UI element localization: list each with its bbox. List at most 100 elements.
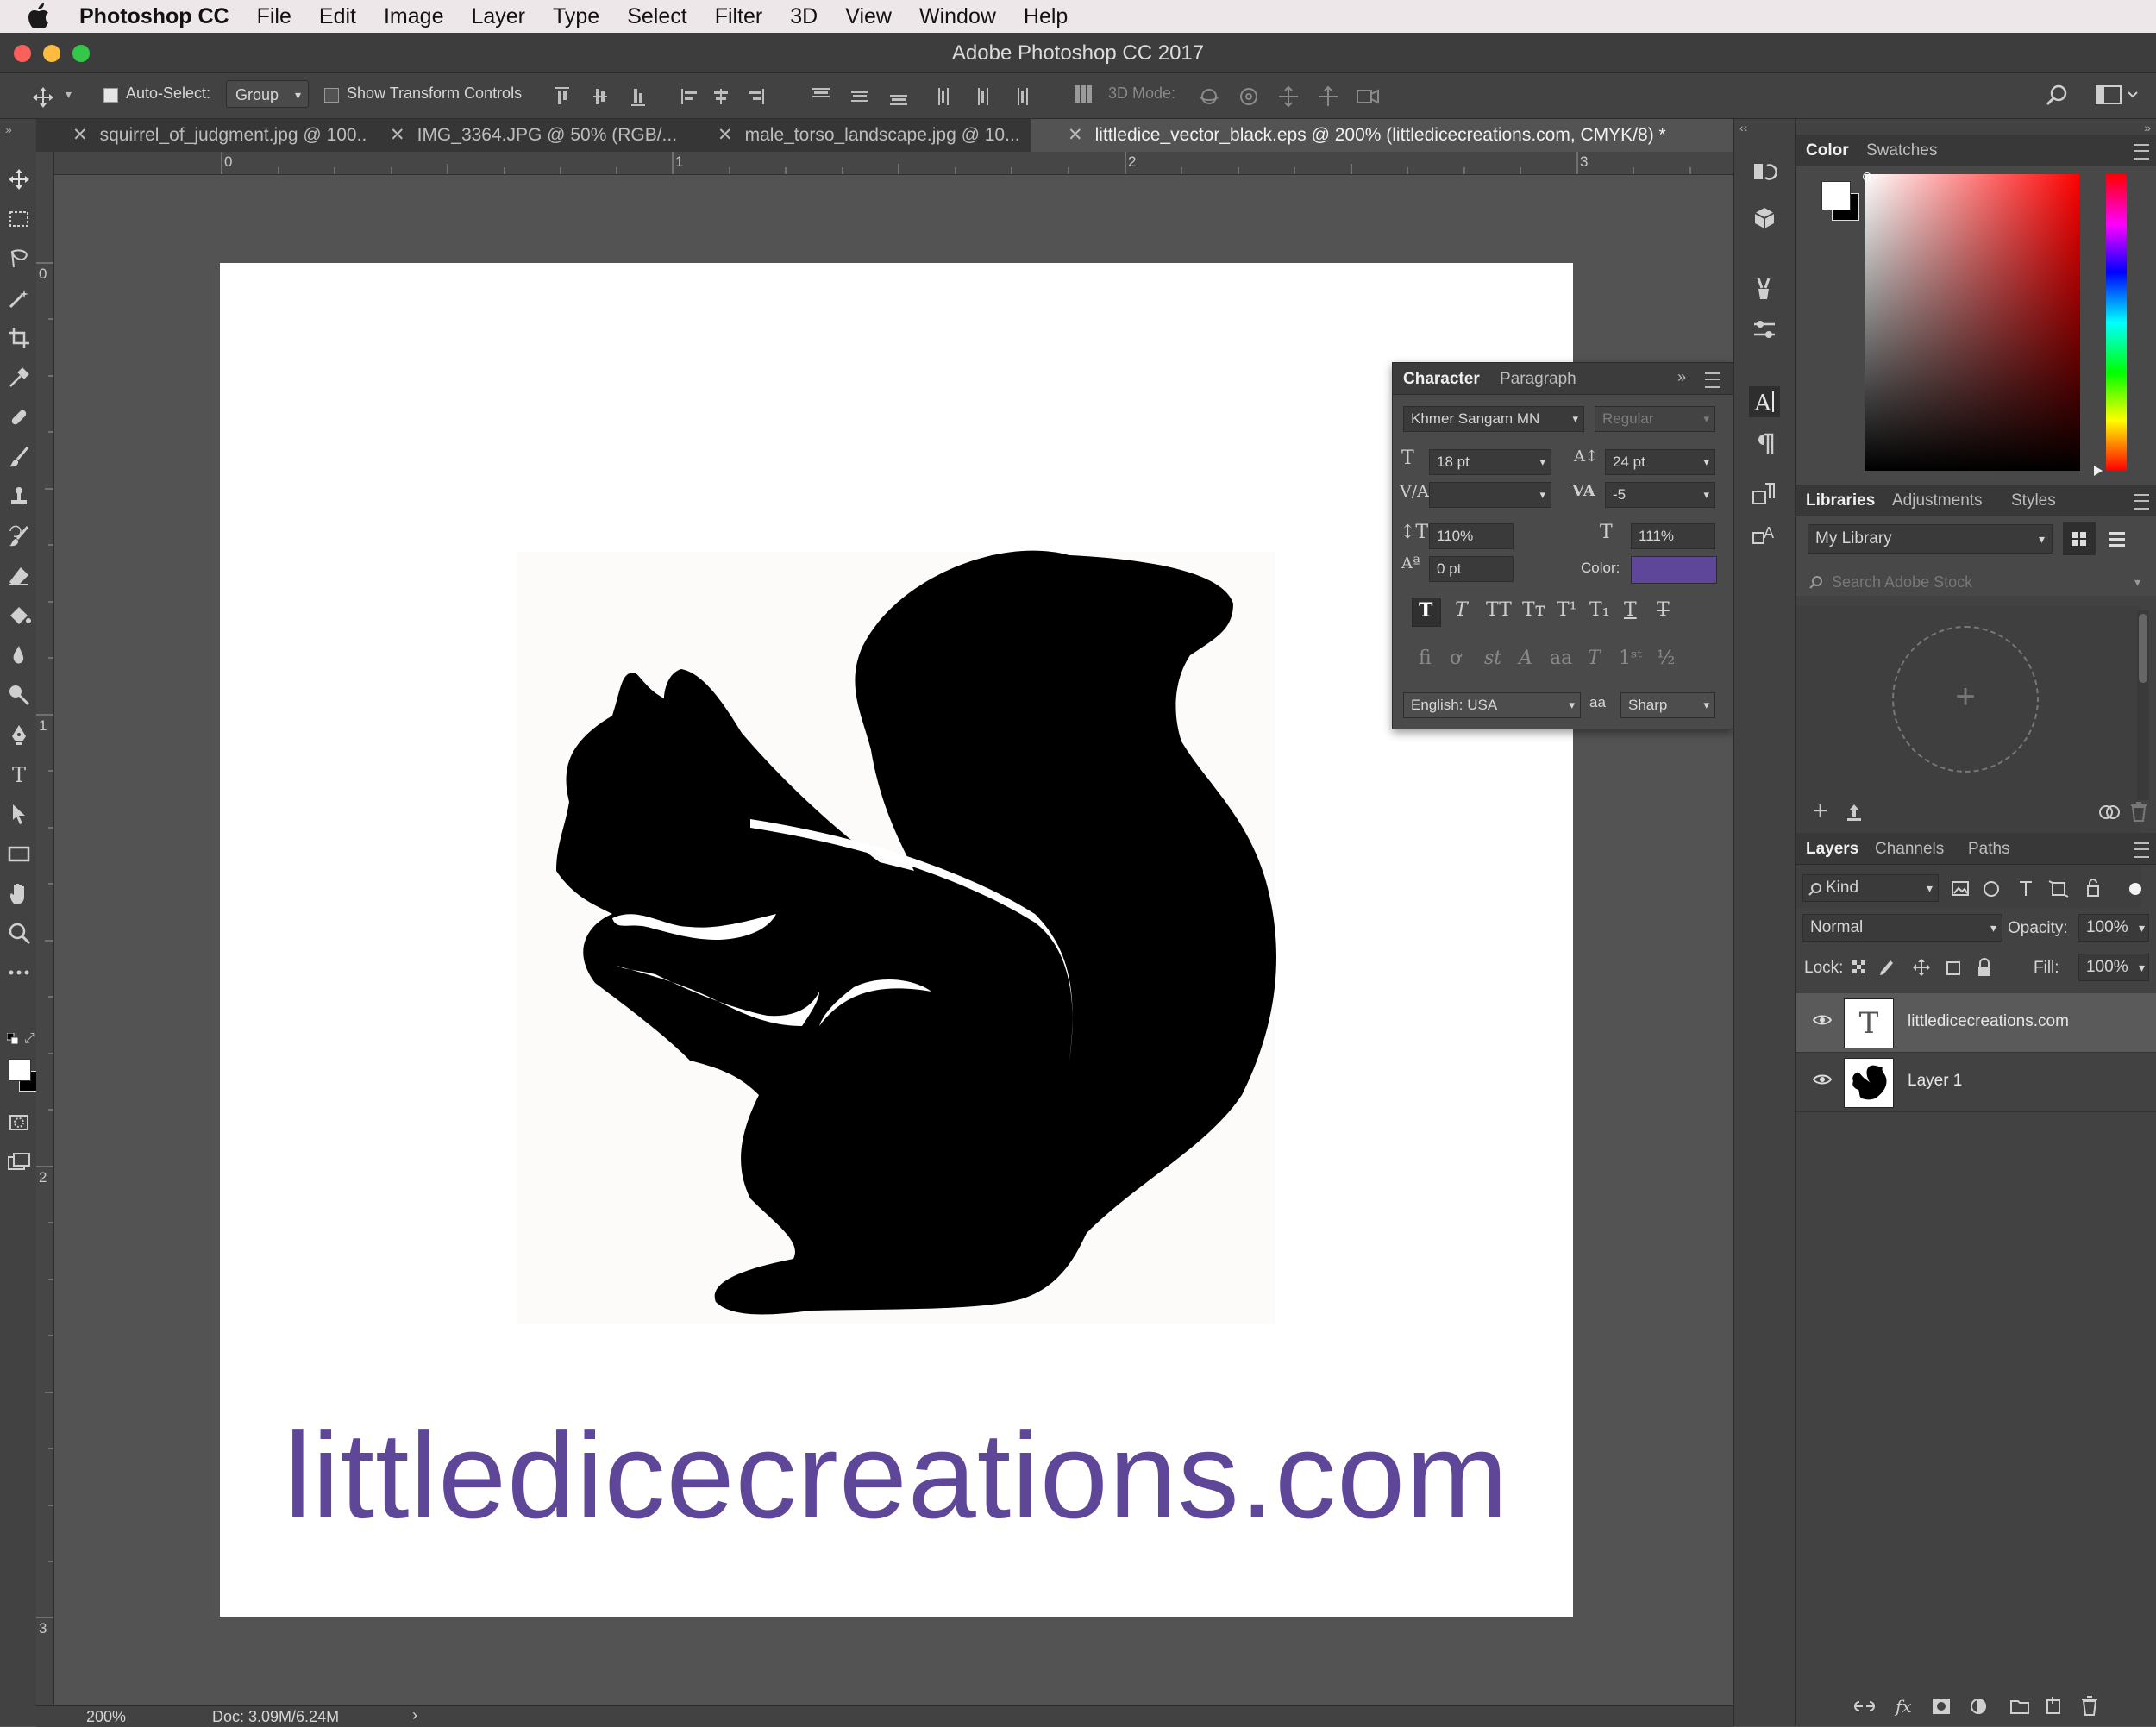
collapse-panel-icon[interactable]: »	[5, 122, 12, 136]
ligatures-button[interactable]: fi	[1419, 648, 1432, 669]
collapse-panel-icon[interactable]: »	[1677, 368, 1686, 386]
menu-view[interactable]: View	[845, 4, 892, 29]
more-tools-icon[interactable]	[7, 960, 31, 985]
font-style-dropdown[interactable]: Regular ▾	[1595, 406, 1715, 432]
visibility-eye-icon[interactable]	[1813, 1014, 1832, 1026]
adobe-stock-search[interactable]: Search Adobe Stock ▾	[1808, 567, 2144, 597]
canvas-text-layer[interactable]: littledicecreations.com	[220, 1405, 1573, 1547]
menu-layer[interactable]: Layer	[471, 4, 525, 29]
path-selection-tool-icon[interactable]	[7, 802, 31, 826]
visibility-eye-icon[interactable]	[1813, 1073, 1832, 1086]
tab-paragraph[interactable]: Paragraph	[1500, 370, 1576, 389]
close-tab-icon[interactable]: ✕	[718, 125, 733, 145]
scrollbar-thumb[interactable]	[2139, 614, 2147, 683]
layer-row-text[interactable]: T littledicecreations.com	[1796, 993, 2156, 1053]
menu-image[interactable]: Image	[384, 4, 443, 29]
rectangle-tool-icon[interactable]	[7, 842, 31, 866]
screen-mode-icon[interactable]	[7, 1150, 31, 1174]
tab-character[interactable]: Character	[1403, 370, 1480, 389]
kerning-field[interactable]: ▾	[1429, 482, 1551, 508]
panel-menu-icon[interactable]	[1705, 372, 1720, 388]
brush-settings-icon[interactable]	[1752, 317, 1777, 343]
tab-libraries[interactable]: Libraries	[1806, 491, 1875, 510]
workspace-switcher-icon[interactable]	[2096, 84, 2139, 106]
tab-styles[interactable]: Styles	[2011, 491, 2056, 510]
type-tool-icon[interactable]: T	[7, 762, 31, 786]
color-picker-handle[interactable]	[1863, 172, 1871, 181]
language-dropdown[interactable]: English: USA ▾	[1403, 692, 1581, 718]
apple-icon[interactable]	[28, 3, 62, 29]
layers-footer-buttons[interactable]: fx	[1852, 1693, 2137, 1719]
hue-slider[interactable]	[2106, 174, 2127, 471]
crop-tool-icon[interactable]	[7, 326, 31, 350]
paragraph-panel-icon[interactable]	[1752, 431, 1777, 457]
tracking-field[interactable]: -5 ▾	[1605, 482, 1715, 508]
default-colors-icon[interactable]	[7, 1033, 19, 1045]
lasso-tool-icon[interactable]	[7, 247, 31, 271]
pen-tool-icon[interactable]	[7, 723, 31, 747]
swash-button[interactable]: A	[1519, 648, 1532, 669]
discretionary-ligatures-button[interactable]: st	[1484, 648, 1501, 669]
close-tab-icon[interactable]: ✕	[72, 125, 88, 145]
3d-mode-buttons[interactable]	[1197, 84, 1387, 110]
grid-view-button[interactable]	[2063, 522, 2096, 555]
baseline-shift-field[interactable]: 0 pt	[1429, 556, 1514, 582]
menu-type[interactable]: Type	[553, 4, 599, 29]
tab-squirrel-of-judgment[interactable]: ✕ squirrel_of_judgment.jpg @ 100...	[36, 119, 366, 152]
document-info[interactable]: Doc: 3.09M/6.24M	[212, 1708, 339, 1726]
hand-tool-icon[interactable]	[7, 881, 31, 905]
library-scrollbar[interactable]	[2137, 610, 2149, 800]
tab-male-torso-landscape[interactable]: ✕ male_torso_landscape.jpg @ 10...	[693, 119, 1031, 152]
fractions-button[interactable]: ½	[1657, 648, 1675, 669]
auto-align-icon[interactable]	[1073, 84, 1094, 104]
paint-bucket-tool-icon[interactable]	[7, 604, 31, 628]
move-tool-icon[interactable]	[7, 167, 31, 191]
subscript-button[interactable]: T₁	[1589, 599, 1610, 621]
layer-row-layer-1[interactable]: Layer 1	[1796, 1053, 2156, 1112]
vertical-ruler[interactable]: 0 1 2 3	[36, 152, 54, 1711]
list-view-button[interactable]	[2101, 522, 2134, 555]
faux-italic-button[interactable]: T	[1455, 599, 1468, 621]
healing-brush-tool-icon[interactable]	[7, 405, 31, 429]
foreground-color-swatch[interactable]	[9, 1059, 31, 1081]
tab-swatches[interactable]: Swatches	[1866, 141, 1937, 160]
library-dropdown[interactable]: My Library ▾	[1808, 524, 2053, 554]
superscript-button[interactable]: T¹	[1557, 599, 1577, 621]
small-caps-button[interactable]: Tᴛ	[1522, 599, 1545, 621]
hue-slider-handle[interactable]	[2094, 466, 2103, 476]
menu-help[interactable]: Help	[1024, 4, 1068, 29]
chevron-right-icon[interactable]: ›	[412, 1706, 417, 1724]
show-transform-checkbox[interactable]	[324, 85, 339, 103]
lock-buttons[interactable]	[1851, 957, 1997, 979]
tab-img-3364[interactable]: ✕ IMG_3364.JPG @ 50% (RGB/...	[366, 119, 693, 152]
tab-color[interactable]: Color	[1806, 141, 1849, 160]
blur-tool-icon[interactable]	[7, 643, 31, 667]
creative-cloud-icon[interactable]	[2097, 802, 2122, 823]
marquee-tool-icon[interactable]	[7, 207, 31, 231]
search-icon[interactable]	[2046, 84, 2068, 106]
brush-presets-icon[interactable]	[1752, 276, 1777, 302]
stylistic-alternates-button[interactable]: aa	[1550, 648, 1572, 669]
ordinals-button[interactable]: 1ˢᵗ	[1619, 648, 1642, 669]
font-size-field[interactable]: 18 pt ▾	[1429, 449, 1551, 475]
color-saturation-field[interactable]	[1865, 174, 2080, 471]
opacity-field[interactable]: 100% ▾	[2078, 914, 2149, 942]
text-color-swatch[interactable]	[1631, 556, 1717, 584]
auto-select-checkbox[interactable]	[103, 85, 118, 103]
close-tab-icon[interactable]: ✕	[1068, 125, 1083, 145]
menu-app-name[interactable]: Photoshop CC	[79, 4, 229, 29]
tab-paths[interactable]: Paths	[1968, 840, 2010, 859]
tab-channels[interactable]: Channels	[1875, 840, 1944, 859]
panel-menu-icon[interactable]	[2134, 494, 2149, 510]
upload-icon[interactable]	[1844, 802, 1865, 823]
zoom-level[interactable]: 200%	[86, 1708, 126, 1726]
swap-colors-icon[interactable]: ⤢	[24, 1031, 35, 1047]
close-tab-icon[interactable]: ✕	[390, 125, 405, 145]
eraser-tool-icon[interactable]	[7, 564, 31, 588]
dodge-tool-icon[interactable]	[7, 683, 31, 707]
fill-field[interactable]: 100% ▾	[2078, 954, 2149, 981]
titling-alternates-button[interactable]: T	[1588, 648, 1601, 669]
zoom-tool-icon[interactable]	[7, 921, 31, 945]
tab-littledice-vector-black[interactable]: ✕ littledice_vector_black.eps @ 200% (lit…	[1031, 119, 1733, 152]
underline-button[interactable]: T	[1624, 599, 1637, 621]
